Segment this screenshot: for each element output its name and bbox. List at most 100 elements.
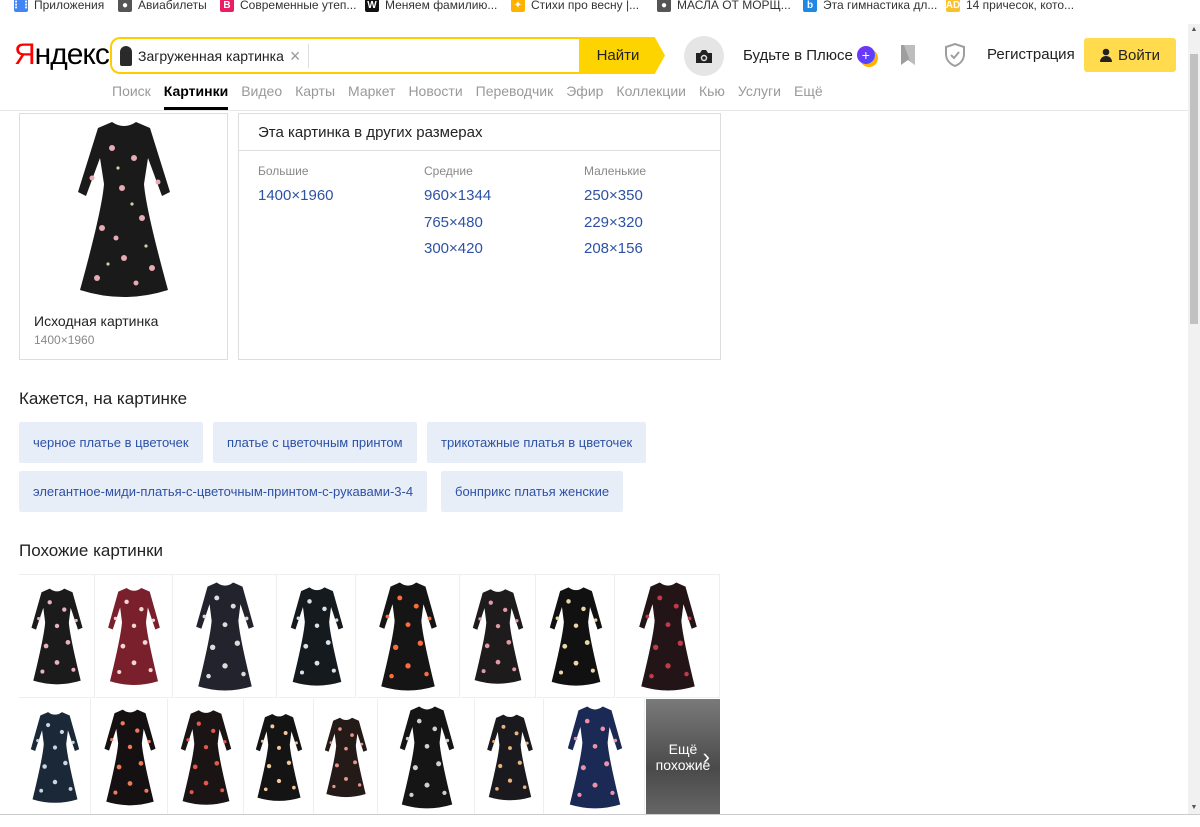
tab-1[interactable]: Картинки [163,83,229,110]
camera-search-button[interactable] [684,36,724,76]
similar-image[interactable] [19,575,95,698]
similar-image[interactable] [461,575,536,698]
collections-bookmark-icon[interactable] [899,44,917,71]
original-image-title[interactable]: Исходная картинка [34,313,158,329]
bookmark-label: Современные утеп... [240,0,357,12]
logo-text: ндекс [34,38,110,71]
shield-check-icon[interactable] [944,42,966,72]
size-link[interactable]: 208×156 [584,236,646,263]
bookmark-item[interactable]: ● Авиабилеты [118,0,207,14]
close-icon[interactable]: × [290,47,301,65]
size-link[interactable]: 300×420 [424,236,491,263]
tag-chip[interactable]: элегантное-миди-платья-с-цветочным-принт… [19,471,428,512]
similar-image[interactable] [169,699,244,814]
downloads-bar [0,814,1200,827]
tag-chip[interactable]: бонприкс платья женские [441,471,624,512]
dress-thumbnail-icon [120,46,132,66]
bookmark-item[interactable]: AD 14 причесок, кото... [946,0,1074,14]
tag-chip[interactable]: платье с цветочным принтом [213,422,417,463]
bookmark-item[interactable]: B Современные утеп... [220,0,356,14]
uploaded-image-chip[interactable]: Загруженная картинка × [116,44,310,68]
other-sizes-card: Эта картинка в других размерах Большие 14… [238,113,721,360]
similar-image[interactable] [315,699,378,814]
bookmark-label: Стихи про весну |... [531,0,640,12]
similar-image[interactable] [92,699,168,814]
similar-image[interactable] [357,575,460,698]
tab-3[interactable]: Карты [295,83,335,110]
bookmark-item[interactable]: ● МАСЛА ОТ МОРЩ... [657,0,791,14]
search-input[interactable]: Загруженная картинка × [110,37,580,74]
bookmark-item[interactable]: W Меняем фамилию... [365,0,497,14]
tab-10[interactable]: Услуги [738,83,781,110]
dress-thumbnail [108,587,160,685]
bookmark-label: Приложения [34,0,105,12]
camera-icon [696,49,712,63]
dress-thumbnail [290,587,343,686]
tab-8[interactable]: Коллекции [616,83,686,110]
dress-thumbnail [399,706,454,808]
bookmark-label: МАСЛА ОТ МОРЩ... [677,0,791,12]
register-link[interactable]: Регистрация [987,46,1075,63]
more-similar-button[interactable]: Ещё похожие › [646,699,720,814]
ad-logo-icon: AD [945,0,961,12]
tab-11[interactable]: Ещё [794,83,823,110]
login-button[interactable]: Войти [1084,38,1176,72]
tab-4[interactable]: Маркет [348,83,395,110]
tab-9[interactable]: Кью [699,83,725,110]
yandex-logo[interactable]: Яндекс [14,38,110,72]
size-column: Маленькие 250×350 229×320 208×156 [584,164,646,263]
similar-images-grid: Ещё похожие › [19,574,720,814]
similar-image[interactable] [537,575,615,698]
tag-chip[interactable]: черное платье в цветочек [19,422,203,463]
scroll-down-arrow-icon[interactable]: ▼ [1188,802,1200,814]
size-link[interactable]: 1400×1960 [258,183,334,210]
scroll-thumb[interactable] [1190,54,1198,324]
find-button[interactable]: Найти [579,37,665,74]
tag-chip[interactable]: трикотажные платья в цветочек [427,422,647,463]
chevron-right-icon: › [702,744,710,769]
globe-icon: ● [657,0,671,12]
dress-thumbnail [324,717,368,797]
size-column-title: Маленькие [584,164,646,178]
bookmark-item[interactable]: ✦ Стихи про весну |... [511,0,639,14]
bookmark-label: Авиабилеты [138,0,207,12]
original-image-size: 1400×1960 [34,333,95,347]
bookmark-label: 14 причесок, кото... [966,0,1075,12]
bookmark-item[interactable]: b Эта гимнастика дл... [803,0,937,14]
dress-thumbnail [180,709,232,805]
plus-link[interactable]: Будьте в Плюсе + [743,46,875,64]
similar-image[interactable] [616,575,720,698]
dress-thumbnail [103,709,156,805]
dress-thumbnail [379,582,437,691]
similar-image[interactable] [245,699,314,814]
page-scrollbar[interactable]: ▲ ▼ [1188,24,1200,814]
similar-section-title: Похожие картинки [19,541,164,560]
plus-link-label: Будьте в Плюсе [743,46,853,64]
tab-2[interactable]: Видео [241,83,282,110]
dress-thumbnail [638,582,697,691]
globe-icon: ● [118,0,132,12]
similar-image[interactable] [476,699,544,814]
similar-image[interactable] [174,575,277,698]
tab-5[interactable]: Новости [408,83,462,110]
bookmarks-bar: ⋮⋮ Приложения ● Авиабилеты B Современные утеп… [0,0,1200,14]
w-logo-icon: W [365,0,379,12]
tab-6[interactable]: Переводчик [476,83,554,110]
size-link[interactable]: 960×1344 [424,183,491,210]
dress-image [78,122,170,297]
similar-image[interactable] [278,575,356,698]
size-link[interactable]: 250×350 [584,183,646,210]
tab-0[interactable]: Поиск [112,83,151,110]
size-column: Средние 960×1344 765×480 300×420 [424,164,491,263]
similar-image[interactable] [19,699,91,814]
original-image-card[interactable]: Исходная картинка 1400×1960 [19,113,228,360]
similar-image[interactable] [379,699,475,814]
similar-image[interactable] [96,575,173,698]
similar-image[interactable] [545,699,645,814]
size-link[interactable]: 765×480 [424,210,491,237]
scroll-up-arrow-icon[interactable]: ▲ [1188,24,1200,36]
more-similar-label: Ещё [668,741,698,757]
size-link[interactable]: 229×320 [584,210,646,237]
bookmark-item[interactable]: ⋮⋮ Приложения [11,0,105,14]
tab-7[interactable]: Эфир [566,83,603,110]
